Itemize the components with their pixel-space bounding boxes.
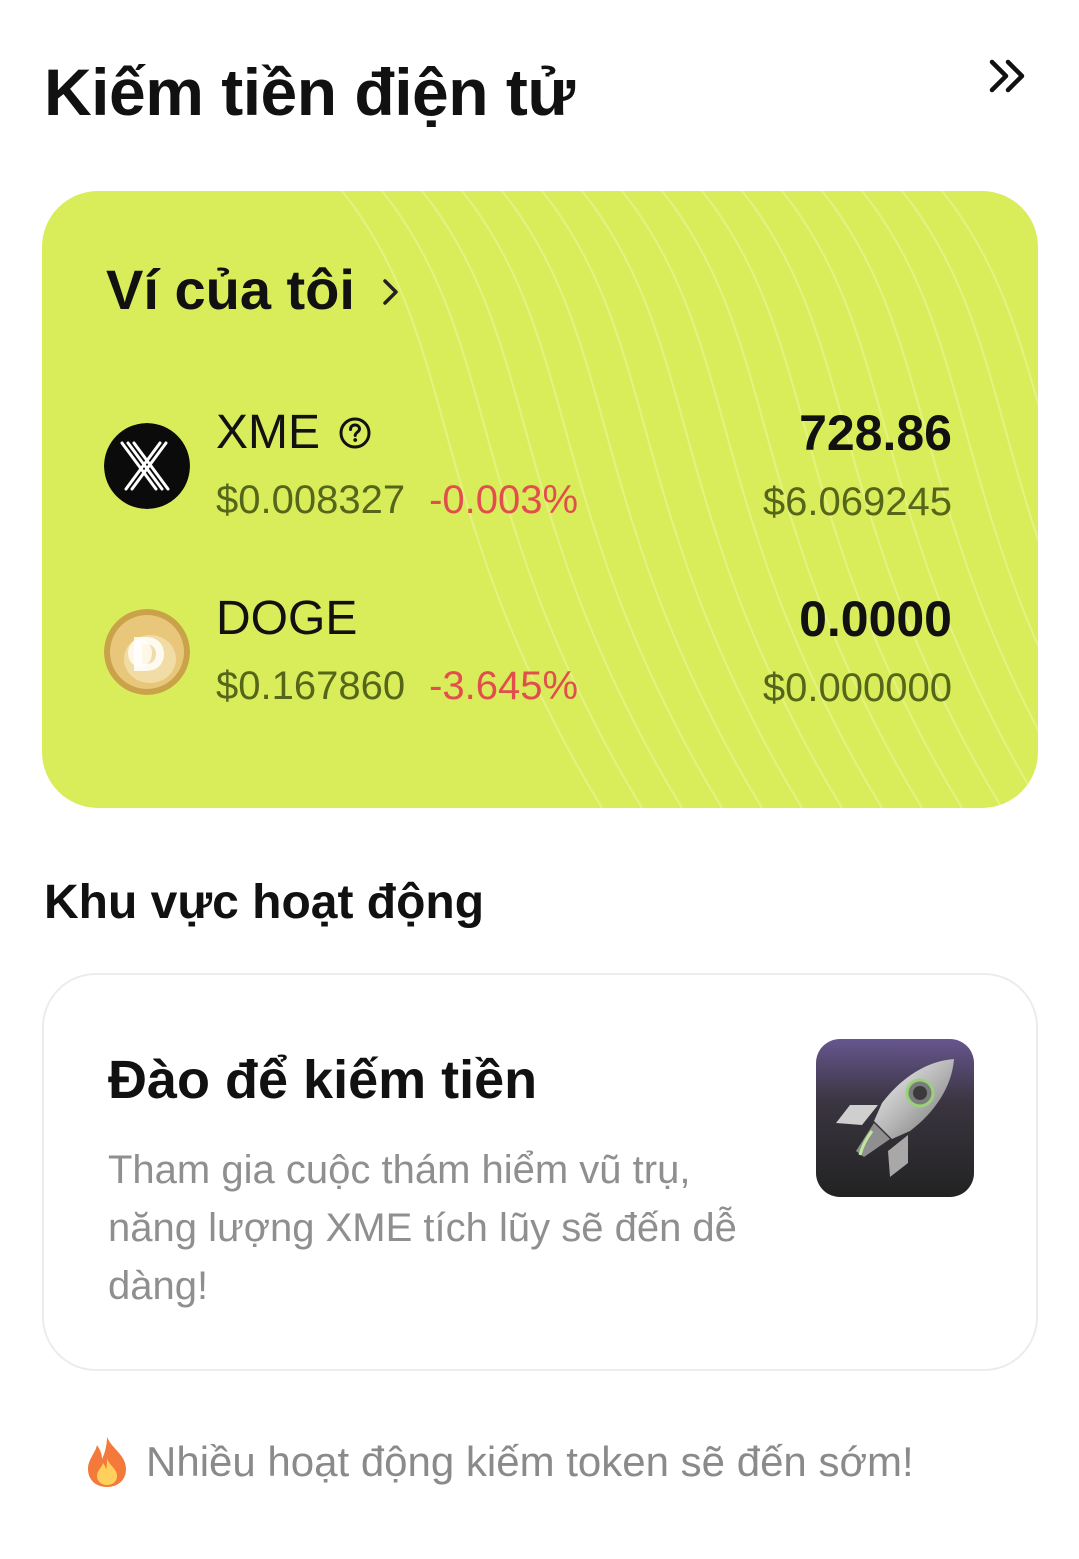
mining-card-title: Đào để kiếm tiền [108,1050,538,1110]
help-icon[interactable] [338,416,372,450]
my-wallet-link[interactable]: Ví của tôi [106,255,401,325]
wallet-title: Ví của tôi [106,258,355,321]
fire-icon [88,1437,126,1487]
xme-logo-icon [104,423,190,509]
mining-card[interactable]: Đào để kiếm tiền Tham gia cuộc thám hiểm… [42,973,1038,1371]
expand-button[interactable] [980,52,1036,100]
coin-value: $6.069245 [762,480,952,524]
coin-amount: 728.86 [799,405,952,461]
rocket-thumbnail [816,1039,974,1197]
coin-price: $0.008327 [216,478,406,522]
coin-change: -0.003% [429,478,579,522]
coin-row-xme[interactable]: XME $0.008327 -0.003% 728.86 $6.069245 [42,403,1038,533]
coin-symbol: DOGE [216,589,357,649]
doge-logo-icon [104,609,190,695]
coin-change: -3.645% [429,664,579,708]
coin-symbol-text: XME [216,406,321,459]
rocket-icon [836,1059,954,1177]
coin-value: $0.000000 [762,666,952,710]
coming-soon-text: Nhiều hoạt động kiếm token sẽ đến sớm! [146,1438,914,1485]
coin-symbol-text: DOGE [216,592,358,645]
chevron-right-icon [383,279,398,305]
coin-price-line: $0.008327 -0.003% [216,475,578,525]
mining-card-description: Tham gia cuộc thám hiểm vũ trụ, năng lượ… [108,1148,737,1308]
coin-row-doge[interactable]: DOGE $0.167860 -3.645% 0.0000 $0.000000 [42,589,1038,719]
coin-price: $0.167860 [216,664,406,708]
coming-soon-note: Nhiều hoạt động kiếm token sẽ đến sớm! [82,1434,914,1490]
coin-symbol: XME [216,403,372,463]
page-title: Kiếm tiền điện tử [44,55,575,129]
activity-section-title: Khu vực hoạt động [44,876,485,929]
double-chevron-right-icon [989,59,1025,93]
coin-price-line: $0.167860 -3.645% [216,661,578,711]
earn-crypto-page: Kiếm tiền điện tử Ví của tôi XME $0.0083… [0,0,1079,1559]
wallet-card: Ví của tôi XME $0.008327 -0.003% 728.86 … [42,191,1038,808]
coin-amount: 0.0000 [799,591,952,647]
